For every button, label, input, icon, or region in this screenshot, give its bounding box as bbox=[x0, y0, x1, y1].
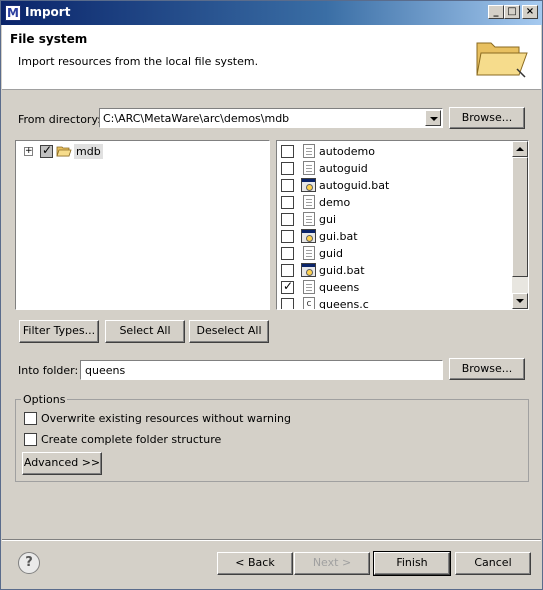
list-item[interactable]: gui bbox=[281, 211, 511, 228]
from-directory-label: From directory: bbox=[18, 113, 101, 126]
file-icon bbox=[303, 246, 315, 260]
mdb-folder-checkbox[interactable] bbox=[40, 143, 53, 158]
file-label: autoguid.bat bbox=[319, 179, 390, 192]
file-checkbox[interactable] bbox=[281, 162, 294, 175]
file-checkbox[interactable] bbox=[281, 179, 294, 192]
finish-button[interactable]: Finish bbox=[373, 551, 451, 576]
file-checkbox[interactable] bbox=[281, 298, 294, 309]
file-label: queens.c bbox=[319, 298, 369, 309]
file-label: autodemo bbox=[319, 145, 375, 158]
c-source-file-icon: c bbox=[303, 297, 315, 309]
import-dialog: M Import _ □ × File system Import resour… bbox=[0, 0, 543, 590]
app-icon: M bbox=[5, 5, 21, 21]
file-checkbox[interactable] bbox=[281, 145, 294, 158]
help-icon[interactable]: ? bbox=[18, 552, 40, 574]
select-all-button[interactable]: Select All bbox=[105, 320, 185, 343]
list-item[interactable]: gui.bat bbox=[281, 228, 511, 245]
from-directory-value: C:\ARC\MetaWare\arc\demos\mdb bbox=[103, 112, 290, 125]
filter-types-button[interactable]: Filter Types... bbox=[19, 320, 99, 343]
list-item[interactable]: autoguid.bat bbox=[281, 177, 511, 194]
deselect-all-button[interactable]: Deselect All bbox=[189, 320, 269, 343]
from-directory-combo[interactable]: C:\ARC\MetaWare\arc\demos\mdb bbox=[99, 108, 443, 128]
file-icon bbox=[303, 161, 315, 175]
list-item[interactable]: guid bbox=[281, 245, 511, 262]
list-item[interactable]: queens bbox=[281, 279, 511, 296]
batch-file-icon bbox=[301, 263, 316, 277]
folder-icon bbox=[56, 146, 72, 157]
chevron-down-icon[interactable] bbox=[425, 110, 441, 126]
file-checkbox[interactable] bbox=[281, 264, 294, 277]
maximize-button[interactable]: □ bbox=[504, 5, 520, 19]
file-list-scrollbar[interactable] bbox=[512, 141, 528, 309]
file-label: autoguid bbox=[319, 162, 368, 175]
file-label: guid bbox=[319, 247, 343, 260]
next-button[interactable]: Next > bbox=[294, 552, 370, 575]
browse-directory-button[interactable]: Browse... bbox=[449, 107, 525, 129]
footer-separator bbox=[2, 539, 541, 541]
scroll-thumb[interactable] bbox=[512, 157, 528, 277]
file-checkbox[interactable] bbox=[281, 196, 294, 209]
open-folder-icon bbox=[476, 42, 528, 78]
back-button[interactable]: < Back bbox=[217, 552, 293, 575]
page-description: Import resources from the local file sys… bbox=[18, 55, 259, 68]
file-label: gui bbox=[319, 213, 337, 226]
overwrite-label[interactable]: Overwrite existing resources without war… bbox=[41, 412, 291, 425]
scroll-up-icon[interactable] bbox=[512, 141, 528, 157]
folder-tree[interactable]: + mdb bbox=[15, 140, 270, 310]
minimize-button[interactable]: _ bbox=[488, 5, 504, 19]
list-item[interactable]: autoguid bbox=[281, 160, 511, 177]
into-folder-input[interactable]: queens bbox=[80, 360, 443, 380]
cancel-button[interactable]: Cancel bbox=[455, 552, 531, 575]
file-checkbox[interactable] bbox=[281, 230, 294, 243]
file-checkbox[interactable] bbox=[281, 213, 294, 226]
tree-item-mdb[interactable]: mdb bbox=[74, 144, 103, 159]
window-title: Import bbox=[25, 5, 71, 19]
file-checkbox[interactable] bbox=[281, 279, 294, 294]
advanced-button[interactable]: Advanced >> bbox=[22, 452, 102, 475]
close-button[interactable]: × bbox=[522, 5, 538, 19]
file-list[interactable]: autodemo autoguid autoguid.bat demo gui … bbox=[276, 140, 529, 310]
options-group-label: Options bbox=[21, 393, 68, 406]
file-icon bbox=[303, 144, 315, 158]
batch-file-icon bbox=[301, 178, 316, 192]
file-label: guid.bat bbox=[319, 264, 365, 277]
wizard-header: File system Import resources from the lo… bbox=[2, 25, 541, 90]
file-icon bbox=[303, 280, 315, 294]
file-label: gui.bat bbox=[319, 230, 358, 243]
create-structure-label[interactable]: Create complete folder structure bbox=[41, 433, 221, 446]
scroll-down-icon[interactable] bbox=[512, 293, 528, 309]
list-item[interactable]: demo bbox=[281, 194, 511, 211]
browse-folder-button[interactable]: Browse... bbox=[449, 358, 525, 380]
batch-file-icon bbox=[301, 229, 316, 243]
list-item[interactable]: autodemo bbox=[281, 143, 511, 160]
file-icon bbox=[303, 195, 315, 209]
file-label: queens bbox=[319, 281, 360, 294]
list-item[interactable]: c queens.c bbox=[281, 296, 511, 309]
list-item[interactable]: guid.bat bbox=[281, 262, 511, 279]
into-folder-label: Into folder: bbox=[18, 364, 79, 377]
overwrite-checkbox[interactable] bbox=[24, 412, 37, 425]
tree-expander-icon[interactable]: + bbox=[24, 147, 33, 156]
page-title: File system bbox=[10, 32, 88, 46]
file-label: demo bbox=[319, 196, 351, 209]
create-structure-checkbox[interactable] bbox=[24, 433, 37, 446]
file-icon bbox=[303, 212, 315, 226]
title-bar[interactable]: M Import _ □ × bbox=[1, 1, 542, 25]
file-checkbox[interactable] bbox=[281, 247, 294, 260]
